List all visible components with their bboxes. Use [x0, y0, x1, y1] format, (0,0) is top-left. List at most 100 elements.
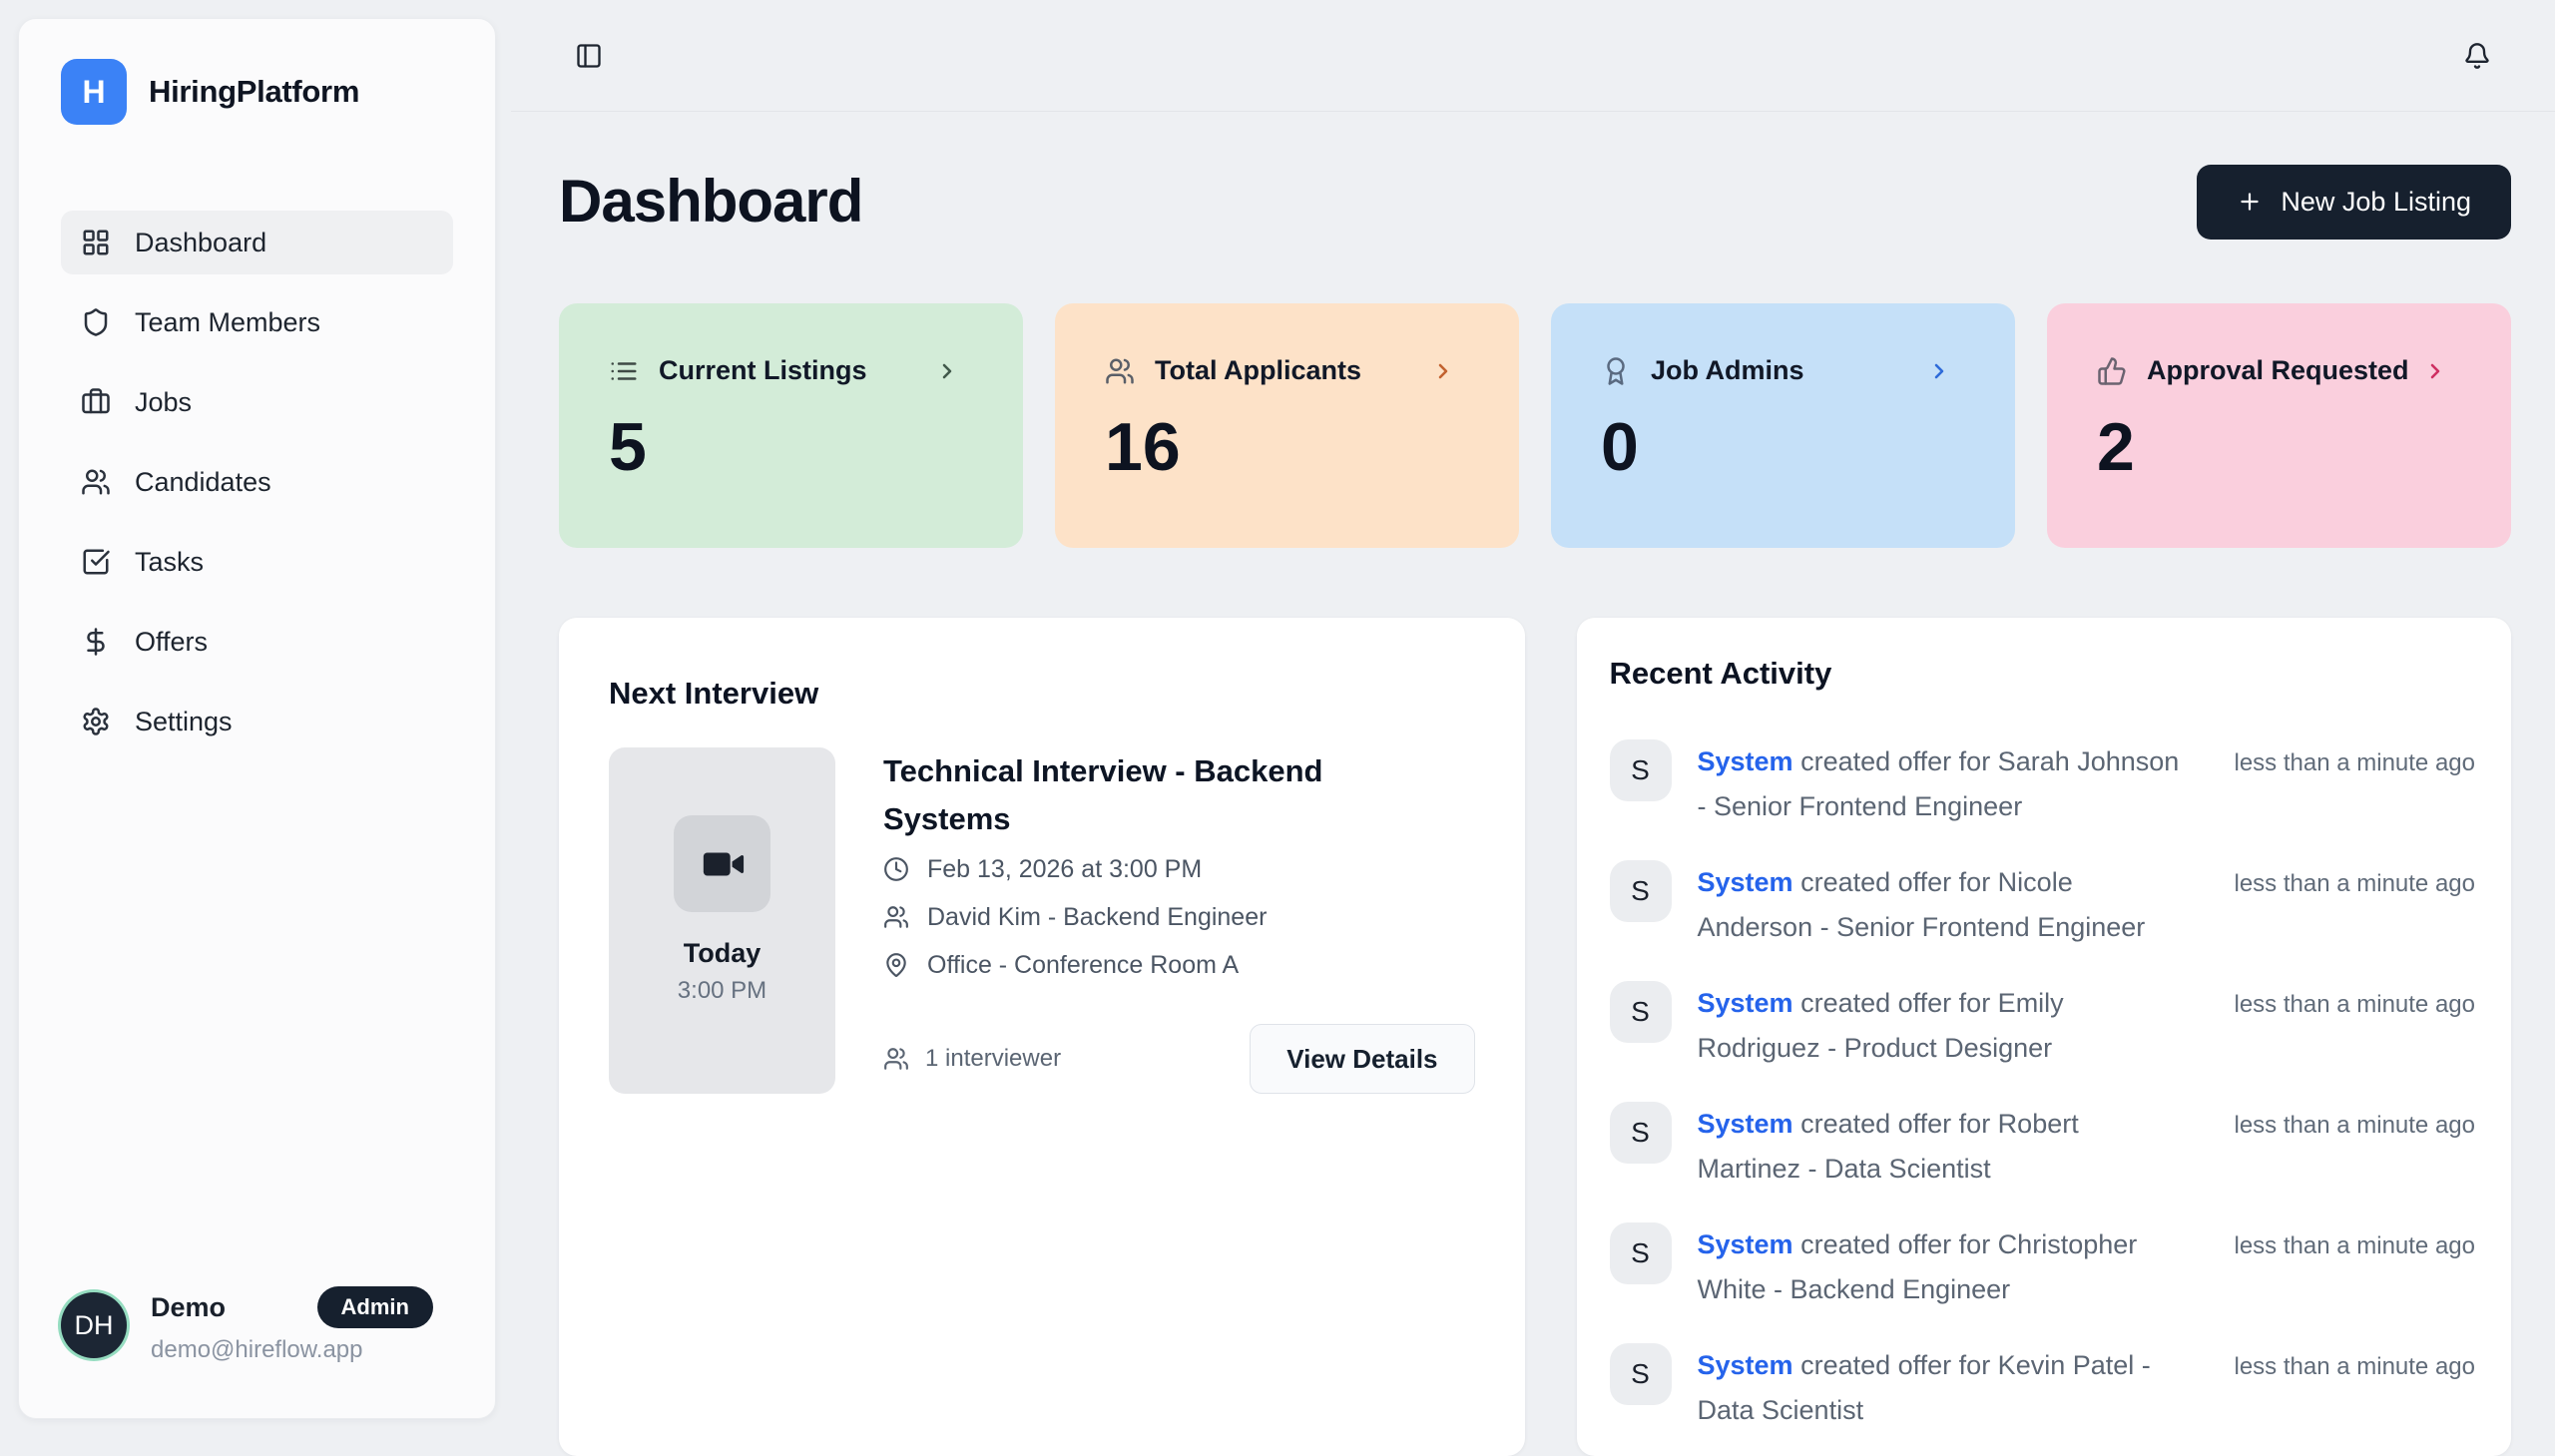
activity-item: S System created offer for Emily Rodrigu… — [1610, 981, 2476, 1071]
gear-icon — [81, 707, 111, 736]
interview-location-row: Office - Conference Room A — [883, 941, 1475, 989]
chevron-right-icon — [1431, 359, 1455, 383]
interview-candidate-row: David Kim - Backend Engineer — [883, 893, 1475, 941]
sidebar-item-label: Offers — [135, 627, 208, 658]
clock-icon — [883, 856, 909, 882]
sidebar-item-candidates[interactable]: Candidates — [61, 450, 453, 514]
activity-item: S System created offer for Kevin Patel -… — [1610, 1343, 2476, 1433]
sidebar-item-tasks[interactable]: Tasks — [61, 530, 453, 594]
activity-actor-link[interactable]: System — [1698, 746, 1793, 776]
stat-value: 16 — [1105, 412, 1469, 482]
avatar: DH — [61, 1292, 127, 1358]
activity-timestamp: less than a minute ago — [2235, 1222, 2476, 1260]
map-pin-icon — [883, 952, 909, 978]
shield-icon — [81, 307, 111, 337]
activity-avatar: S — [1610, 1102, 1672, 1164]
topbar — [511, 0, 2555, 112]
bell-icon — [2463, 42, 2491, 70]
users-icon — [1105, 356, 1135, 386]
sidebar-item-settings[interactable]: Settings — [61, 690, 453, 753]
stat-label: Approval Requested — [2147, 355, 2409, 386]
stat-value: 2 — [2097, 412, 2461, 482]
new-job-listing-button[interactable]: New Job Listing — [2197, 165, 2511, 240]
stat-card-total-applicants[interactable]: Total Applicants 16 — [1055, 303, 1519, 548]
sidebar-item-label: Team Members — [135, 307, 320, 338]
app-title: HiringPlatform — [149, 74, 359, 110]
activity-actor-link[interactable]: System — [1698, 1350, 1793, 1380]
user-email: demo@hireflow.app — [151, 1336, 453, 1364]
sidebar-item-offers[interactable]: Offers — [61, 610, 453, 674]
activity-item: S System created offer for Sarah Johnson… — [1610, 739, 2476, 829]
sidebar-item-team-members[interactable]: Team Members — [61, 290, 453, 354]
stat-card-current-listings[interactable]: Current Listings 5 — [559, 303, 1023, 548]
activity-timestamp: less than a minute ago — [2235, 739, 2476, 777]
app-logo-icon: H — [61, 59, 127, 125]
award-icon — [1601, 356, 1631, 386]
activity-timestamp: less than a minute ago — [2235, 1102, 2476, 1140]
activity-avatar: S — [1610, 981, 1672, 1043]
notifications-button[interactable] — [2463, 42, 2491, 70]
sidebar-item-label: Tasks — [135, 547, 204, 578]
activity-actor-link[interactable]: System — [1698, 988, 1793, 1018]
interview-day-label: Today — [684, 938, 762, 969]
recent-activity-panel: Recent Activity S System created offer f… — [1577, 618, 2512, 1456]
chevron-right-icon — [1927, 359, 1951, 383]
activity-actor-link[interactable]: System — [1698, 867, 1793, 897]
users-icon — [81, 467, 111, 497]
activity-avatar: S — [1610, 860, 1672, 922]
activity-actor-link[interactable]: System — [1698, 1229, 1793, 1259]
activity-item: S System created offer for Christopher W… — [1610, 1222, 2476, 1312]
video-camera-icon — [700, 841, 746, 887]
sidebar-item-label: Settings — [135, 707, 233, 737]
activity-actor-link[interactable]: System — [1698, 1109, 1793, 1139]
square-check-icon — [81, 547, 111, 577]
video-icon-box — [674, 815, 770, 912]
sidebar-toggle-button[interactable] — [575, 42, 603, 70]
main-area: Dashboard New Job Listing Current Listin… — [511, 0, 2555, 1456]
activity-avatar: S — [1610, 1343, 1672, 1405]
stat-cards: Current Listings 5 Total Applicants 16 J… — [559, 303, 2511, 548]
stat-card-approval-requested[interactable]: Approval Requested 2 — [2047, 303, 2511, 548]
sidebar-item-jobs[interactable]: Jobs — [61, 370, 453, 434]
user-menu[interactable]: DH Demo Admin demo@hireflow.app — [61, 1286, 453, 1364]
stat-value: 0 — [1601, 412, 1965, 482]
stat-value: 5 — [609, 412, 973, 482]
next-interview-panel: Next Interview Today 3:00 PM Technical I… — [559, 618, 1525, 1456]
view-details-button[interactable]: View Details — [1250, 1024, 1474, 1094]
interview-date-box: Today 3:00 PM — [609, 747, 835, 1094]
interview-datetime-row: Feb 13, 2026 at 3:00 PM — [883, 845, 1475, 893]
activity-timestamp: less than a minute ago — [2235, 981, 2476, 1019]
interview-time-label: 3:00 PM — [678, 977, 766, 1005]
interview-title: Technical Interview - Backend Systems — [883, 747, 1402, 843]
sidebar-item-label: Jobs — [135, 387, 192, 418]
activity-timestamp: less than a minute ago — [2235, 860, 2476, 898]
stat-label: Total Applicants — [1155, 355, 1361, 386]
activity-timestamp: less than a minute ago — [2235, 1343, 2476, 1381]
users-icon — [883, 904, 909, 930]
users-icon — [883, 1046, 909, 1072]
user-name: Demo — [151, 1292, 226, 1323]
list-icon — [609, 356, 639, 386]
thumbs-up-icon — [2097, 356, 2127, 386]
admin-badge: Admin — [317, 1286, 433, 1328]
recent-activity-title: Recent Activity — [1610, 654, 2476, 694]
sidebar-nav: Dashboard Team Members Jobs Candidates T… — [61, 211, 453, 753]
page-title: Dashboard — [559, 164, 862, 240]
dashboard-content: Dashboard New Job Listing Current Listin… — [511, 164, 2555, 1456]
sidebar: H HiringPlatform Dashboard Team Members … — [18, 18, 496, 1419]
sidebar-item-dashboard[interactable]: Dashboard — [61, 211, 453, 274]
next-interview-title: Next Interview — [609, 674, 1475, 714]
sidebar-item-label: Dashboard — [135, 228, 266, 258]
stat-card-job-admins[interactable]: Job Admins 0 — [1551, 303, 2015, 548]
interviewer-count: 1 interviewer — [883, 1045, 1061, 1073]
panel-left-icon — [575, 42, 603, 70]
activity-avatar: S — [1610, 1222, 1672, 1284]
stat-label: Current Listings — [659, 355, 867, 386]
chevron-right-icon — [2423, 359, 2447, 383]
app-logo[interactable]: H HiringPlatform — [61, 59, 453, 125]
sidebar-item-label: Candidates — [135, 467, 271, 498]
dollar-icon — [81, 627, 111, 657]
layout-grid-icon — [81, 228, 111, 257]
activity-item: S System created offer for Nicole Anders… — [1610, 860, 2476, 950]
activity-avatar: S — [1610, 739, 1672, 801]
